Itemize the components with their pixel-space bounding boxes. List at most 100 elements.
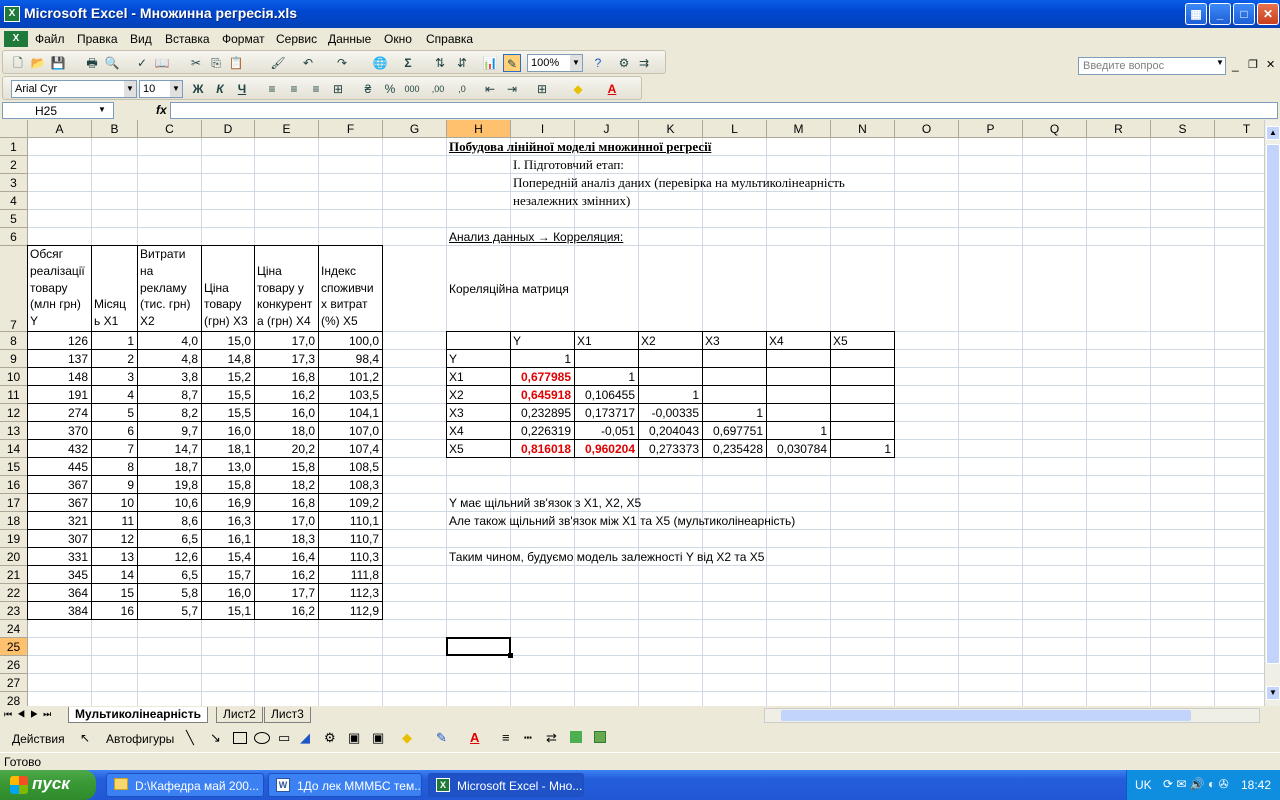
- toolbar-options-icon[interactable]: ⇉: [635, 54, 653, 72]
- column-header-i[interactable]: I: [511, 120, 575, 138]
- line-color-icon[interactable]: ✎: [436, 730, 447, 746]
- row-header-19[interactable]: 19: [0, 530, 28, 548]
- maximize-button[interactable]: □: [1233, 3, 1255, 25]
- dash-style-icon[interactable]: ┅: [524, 730, 532, 746]
- menu-edit[interactable]: Правка: [77, 32, 118, 46]
- oval-icon[interactable]: [254, 732, 270, 744]
- taskbar-item-word[interactable]: 1До лек МММБС тем...: [268, 773, 422, 797]
- options-icon[interactable]: ⚙: [615, 54, 633, 72]
- hyperlink-icon[interactable]: 🌐: [371, 54, 389, 72]
- arrow-icon[interactable]: ↘: [210, 730, 221, 746]
- shadow-icon[interactable]: [570, 731, 582, 743]
- arrow-style-icon[interactable]: ⇄: [546, 730, 557, 746]
- zoom-select[interactable]: 100% ▼: [527, 54, 583, 72]
- column-header-t[interactable]: T: [1215, 120, 1264, 138]
- insert-function-icon[interactable]: fx: [156, 103, 167, 117]
- column-header-a[interactable]: A: [28, 120, 92, 138]
- row-header-3[interactable]: 3: [0, 174, 28, 192]
- taskbar-item-excel[interactable]: Microsoft Excel - Мно...: [428, 773, 584, 797]
- row-header-22[interactable]: 22: [0, 584, 28, 602]
- column-header-q[interactable]: Q: [1023, 120, 1087, 138]
- italic-button[interactable]: К: [211, 80, 229, 98]
- row-header-12[interactable]: 12: [0, 404, 28, 422]
- menu-data[interactable]: Данные: [328, 32, 371, 46]
- restore-workbook-button[interactable]: ▦: [1185, 3, 1207, 25]
- column-header-c[interactable]: C: [138, 120, 202, 138]
- autoshapes-menu[interactable]: Автофигуры: [106, 732, 174, 746]
- tray-icons[interactable]: ⟳ ✉ 🔊 ◐ ✇: [1163, 777, 1229, 791]
- new-icon[interactable]: 🗋: [9, 54, 27, 72]
- merge-center-icon[interactable]: ⊞: [329, 80, 347, 98]
- doc-minimize-button[interactable]: _: [1232, 58, 1239, 72]
- row-header-16[interactable]: 16: [0, 476, 28, 494]
- menu-view[interactable]: Вид: [130, 32, 152, 46]
- wordart-icon[interactable]: ◢: [300, 730, 310, 746]
- column-header-p[interactable]: P: [959, 120, 1023, 138]
- percent-button[interactable]: %: [381, 80, 399, 98]
- column-header-h[interactable]: H: [447, 120, 511, 138]
- row-header-18[interactable]: 18: [0, 512, 28, 530]
- row-header-17[interactable]: 17: [0, 494, 28, 512]
- spreadsheet-grid[interactable]: ABCDEFGHIJKLMNOPQRST 1 2 3 4 5 6 7 8 9 10 11 12 13 14…: [0, 120, 1264, 706]
- doc-restore-button[interactable]: ❐: [1248, 58, 1258, 71]
- open-icon[interactable]: 📂: [29, 54, 47, 72]
- select-all-corner[interactable]: [0, 120, 28, 138]
- line-icon[interactable]: ╲: [186, 730, 194, 746]
- column-header-m[interactable]: M: [767, 120, 831, 138]
- copy-icon[interactable]: ⎘: [207, 54, 225, 72]
- rectangle-icon[interactable]: [233, 732, 247, 744]
- research-icon[interactable]: 📖: [153, 54, 171, 72]
- row-header-28[interactable]: 28: [0, 692, 28, 706]
- minimize-button[interactable]: _: [1209, 3, 1231, 25]
- row-header-14[interactable]: 14: [0, 440, 28, 458]
- horizontal-scroll-thumb[interactable]: [781, 710, 1191, 721]
- horizontal-scrollbar[interactable]: [764, 708, 1260, 723]
- chart-wizard-icon[interactable]: 📊: [481, 54, 499, 72]
- borders-icon[interactable]: ⊞: [533, 80, 551, 98]
- fill-color-icon[interactable]: ◆: [402, 730, 412, 746]
- row-header-8[interactable]: 8: [0, 332, 28, 350]
- close-button[interactable]: ✕: [1257, 3, 1279, 25]
- paste-icon[interactable]: 📋: [227, 54, 245, 72]
- row-header-6[interactable]: 6: [0, 228, 28, 246]
- decrease-indent-icon[interactable]: ⇤: [481, 80, 499, 98]
- line-style-icon[interactable]: ≡: [502, 730, 510, 745]
- column-header-e[interactable]: E: [255, 120, 319, 138]
- column-header-j[interactable]: J: [575, 120, 639, 138]
- undo-icon[interactable]: ↶: [299, 54, 317, 72]
- row-header-11[interactable]: 11: [0, 386, 28, 404]
- font-size-select[interactable]: 10 ▼: [139, 80, 183, 98]
- column-header-d[interactable]: D: [202, 120, 255, 138]
- menu-help[interactable]: Справка: [426, 32, 473, 46]
- sort-asc-icon[interactable]: ⇅: [431, 54, 449, 72]
- row-header-10[interactable]: 10: [0, 368, 28, 386]
- autosum-icon[interactable]: Σ: [399, 54, 417, 72]
- textbox-icon[interactable]: ▭: [278, 730, 290, 746]
- currency-icon[interactable]: ₴: [359, 80, 377, 98]
- active-cell-selection[interactable]: [446, 637, 511, 656]
- row-header-1[interactable]: 1: [0, 138, 28, 156]
- column-header-r[interactable]: R: [1087, 120, 1151, 138]
- help-icon[interactable]: ?: [589, 54, 607, 72]
- underline-button[interactable]: Ч: [233, 80, 251, 98]
- font-name-select[interactable]: Arial Cyr ▼: [11, 80, 137, 98]
- increase-indent-icon[interactable]: ⇥: [503, 80, 521, 98]
- vertical-scrollbar[interactable]: ▲ ▼: [1264, 120, 1280, 706]
- tab-multicollinearity[interactable]: Мультиколінеарність: [68, 707, 208, 723]
- column-header-o[interactable]: O: [895, 120, 959, 138]
- taskbar-item-folder[interactable]: D:\Кафедра май 200...: [106, 773, 264, 797]
- tab-nav-icons[interactable]: ⏮◀▶⏭: [4, 709, 56, 720]
- scroll-up-icon[interactable]: ▲: [1266, 126, 1280, 140]
- row-header-2[interactable]: 2: [0, 156, 28, 174]
- align-left-icon[interactable]: ≡: [263, 80, 281, 98]
- menu-service[interactable]: Сервис: [276, 32, 317, 46]
- row-header-4[interactable]: 4: [0, 192, 28, 210]
- excel-app-icon[interactable]: X: [4, 6, 20, 22]
- help-dropdown-icon[interactable]: ▼: [1216, 58, 1226, 74]
- pointer-icon[interactable]: ↖: [80, 731, 90, 745]
- cut-icon[interactable]: ✂: [187, 54, 205, 72]
- row-header-25[interactable]: 25: [0, 638, 28, 656]
- chevron-down-icon[interactable]: ▼: [98, 105, 106, 114]
- column-header-l[interactable]: L: [703, 120, 767, 138]
- redo-icon[interactable]: ↷: [333, 54, 351, 72]
